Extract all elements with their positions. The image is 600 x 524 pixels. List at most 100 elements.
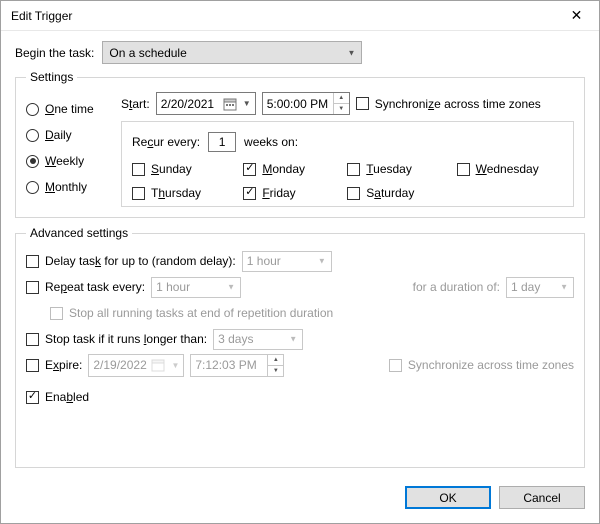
- calendar-icon: [151, 358, 165, 372]
- day-monday-label: Monday: [262, 162, 305, 176]
- checkbox-icon: [50, 307, 63, 320]
- chevron-down-icon: ▼: [289, 335, 297, 344]
- chevron-down-icon: ▼: [227, 283, 235, 292]
- expire-time-value: 7:12:03 PM: [195, 358, 256, 372]
- repeat-combo[interactable]: 1 hour ▼: [151, 277, 241, 298]
- time-spinner[interactable]: ▲ ▼: [267, 355, 283, 376]
- chevron-down-icon: ▼: [560, 283, 568, 292]
- chevron-down-icon: ▼: [347, 48, 355, 57]
- expire-checkbox[interactable]: Expire:: [26, 358, 82, 372]
- checkbox-icon: [243, 163, 256, 176]
- content-area: Begin the task: On a schedule ▼ Settings…: [1, 31, 599, 476]
- day-saturday-label: Saturday: [366, 186, 414, 200]
- checkbox-icon: [132, 187, 145, 200]
- day-thursday[interactable]: Thursday: [132, 186, 225, 200]
- ok-button[interactable]: OK: [405, 486, 491, 509]
- day-tuesday-label: Tuesday: [366, 162, 412, 176]
- close-button[interactable]: ✕: [554, 1, 599, 31]
- expire-label: Expire:: [45, 358, 82, 372]
- begin-task-dropdown[interactable]: On a schedule ▼: [102, 41, 362, 64]
- stop-long-row: Stop task if it runs longer than: 3 days…: [26, 326, 574, 352]
- stop-running-label: Stop all running tasks at end of repetit…: [69, 306, 333, 320]
- stop-long-checkbox[interactable]: Stop task if it runs longer than:: [26, 332, 207, 346]
- stop-running-checkbox: Stop all running tasks at end of repetit…: [50, 306, 333, 320]
- checkbox-icon: [26, 281, 39, 294]
- checkbox-icon: [26, 333, 39, 346]
- recur-pre-label: Recur every:: [132, 135, 200, 149]
- begin-task-row: Begin the task: On a schedule ▼: [15, 41, 585, 64]
- day-saturday[interactable]: Saturday: [347, 186, 438, 200]
- start-row: Start: 2/20/2021 ▼ 5:00:00 PM ▲: [121, 92, 574, 115]
- sync-tz2-checkbox: Synchronize across time zones: [389, 358, 574, 372]
- schedule-panel: Start: 2/20/2021 ▼ 5:00:00 PM ▲: [121, 92, 574, 207]
- settings-group: Settings One time Daily Weekly: [15, 70, 585, 218]
- time-spinner[interactable]: ▲ ▼: [333, 93, 349, 114]
- chevron-down-icon: ▼: [171, 361, 179, 370]
- day-sunday[interactable]: Sunday: [132, 162, 225, 176]
- spin-down-icon: ▼: [334, 104, 349, 114]
- titlebar: Edit Trigger ✕: [1, 1, 599, 31]
- spin-up-icon: ▲: [334, 93, 349, 104]
- edit-trigger-dialog: Edit Trigger ✕ Begin the task: On a sche…: [0, 0, 600, 524]
- day-wednesday[interactable]: Wednesday: [457, 162, 563, 176]
- radio-daily[interactable]: Daily: [26, 122, 121, 148]
- ok-label: OK: [439, 491, 456, 505]
- checkbox-icon: [457, 163, 470, 176]
- repeat-value: 1 hour: [156, 280, 190, 294]
- radio-one-time-label: One time: [45, 102, 94, 116]
- radio-monthly-label: Monthly: [45, 180, 87, 194]
- expire-time-input[interactable]: 7:12:03 PM ▲ ▼: [190, 354, 284, 377]
- enabled-row: Enabled: [26, 384, 574, 410]
- enabled-checkbox[interactable]: Enabled: [26, 390, 89, 404]
- weekly-detail-box: Recur every: 1 weeks on: Sunday: [121, 121, 574, 207]
- start-time-input[interactable]: 5:00:00 PM ▲ ▼: [262, 92, 350, 115]
- sync-tz-checkbox[interactable]: Synchronize across time zones: [356, 97, 541, 111]
- delay-combo[interactable]: 1 hour ▼: [242, 251, 332, 272]
- start-time-value: 5:00:00 PM: [267, 97, 328, 111]
- radio-monthly[interactable]: Monthly: [26, 174, 121, 200]
- checkbox-icon: [26, 255, 39, 268]
- expire-date-input[interactable]: 2/19/2022 ▼: [88, 354, 184, 377]
- recur-post-label: weeks on:: [244, 135, 298, 149]
- start-date-input[interactable]: 2/20/2021 ▼: [156, 92, 256, 115]
- begin-task-label: Begin the task:: [15, 46, 94, 60]
- radio-daily-label: Daily: [45, 128, 72, 142]
- checkbox-icon: [132, 163, 145, 176]
- dialog-buttons: OK Cancel: [1, 476, 599, 523]
- recur-number-value: 1: [219, 135, 226, 149]
- day-tuesday[interactable]: Tuesday: [347, 162, 438, 176]
- recur-number-input[interactable]: 1: [208, 132, 236, 152]
- repeat-label: Repeat task every:: [45, 280, 145, 294]
- days-grid: Sunday Monday Tuesday: [132, 162, 563, 200]
- cancel-button[interactable]: Cancel: [499, 486, 585, 509]
- checkbox-icon: [389, 359, 402, 372]
- stop-running-row: Stop all running tasks at end of repetit…: [50, 300, 574, 326]
- checkbox-icon: [347, 163, 360, 176]
- delay-checkbox[interactable]: Delay task for up to (random delay):: [26, 254, 236, 268]
- radio-one-time[interactable]: One time: [26, 96, 121, 122]
- radio-icon: [26, 181, 39, 194]
- radio-icon: [26, 103, 39, 116]
- radio-weekly-label: Weekly: [45, 154, 84, 168]
- day-thursday-label: Thursday: [151, 186, 201, 200]
- day-friday[interactable]: Friday: [243, 186, 329, 200]
- window-title: Edit Trigger: [11, 9, 554, 23]
- frequency-column: One time Daily Weekly Monthly: [26, 92, 121, 207]
- radio-weekly[interactable]: Weekly: [26, 148, 121, 174]
- checkbox-icon: [243, 187, 256, 200]
- duration-combo[interactable]: 1 day ▼: [506, 277, 574, 298]
- checkbox-icon: [356, 97, 369, 110]
- stop-long-label: Stop task if it runs longer than:: [45, 332, 207, 346]
- spin-up-icon: ▲: [268, 355, 283, 366]
- day-monday[interactable]: Monday: [243, 162, 329, 176]
- sync-tz-label: Synchronize across time zones: [375, 97, 541, 111]
- repeat-checkbox[interactable]: Repeat task every:: [26, 280, 145, 294]
- radio-icon: [26, 129, 39, 142]
- advanced-group: Advanced settings Delay task for up to (…: [15, 226, 585, 468]
- begin-task-value: On a schedule: [109, 46, 186, 60]
- stop-long-combo[interactable]: 3 days ▼: [213, 329, 303, 350]
- stop-long-value: 3 days: [218, 332, 253, 346]
- day-friday-label: Friday: [262, 186, 295, 200]
- advanced-legend: Advanced settings: [26, 226, 132, 240]
- start-label: Start:: [121, 97, 150, 111]
